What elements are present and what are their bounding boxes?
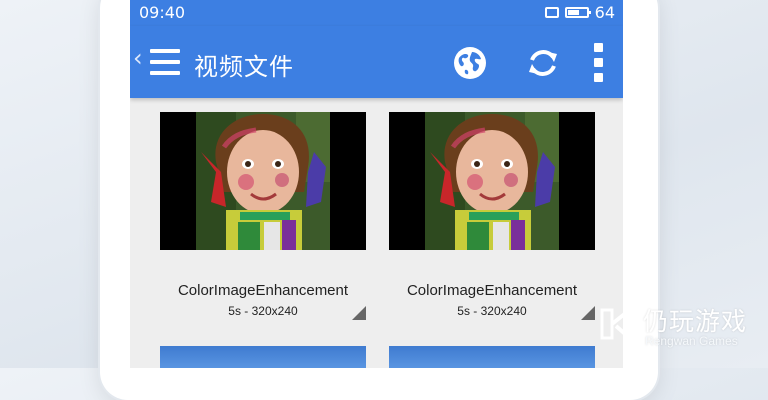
battery-level: 64 xyxy=(594,3,615,22)
battery-icon xyxy=(564,7,591,18)
sim-icon xyxy=(544,7,559,18)
video-preview-image xyxy=(196,112,330,250)
back-chevron-icon[interactable]: ‹ xyxy=(133,46,143,70)
status-time: 09:40 xyxy=(139,3,186,22)
corner-indicator-icon xyxy=(352,306,366,320)
app-bar: ‹ 视频文件 xyxy=(130,26,623,98)
video-thumbnail[interactable] xyxy=(389,346,595,368)
globe-icon[interactable] xyxy=(453,46,487,80)
sky-preview-image xyxy=(160,346,366,368)
video-card[interactable]: ColorImageEnhancement 5s - 320x240 xyxy=(389,112,595,322)
phone-screen: 09:40 64 ‹ 视频文件 ColorImageEnhancement 5s… xyxy=(130,0,623,368)
video-thumbnail[interactable] xyxy=(389,112,595,250)
menu-icon[interactable] xyxy=(150,48,180,76)
watermark-name-en: Rengwan Games xyxy=(645,334,738,348)
video-card[interactable]: ColorImageEnhancement 5s - 320x240 xyxy=(160,112,366,322)
video-thumbnail[interactable] xyxy=(160,346,366,368)
corner-indicator-icon xyxy=(581,306,595,320)
video-title: ColorImageEnhancement xyxy=(177,282,349,299)
video-meta: 5s - 320x240 xyxy=(457,304,527,318)
watermark-name-cn: 仍玩游戏 xyxy=(643,307,748,336)
video-title: ColorImageEnhancement xyxy=(406,282,578,299)
video-preview-image xyxy=(425,112,559,250)
refresh-icon[interactable] xyxy=(526,46,560,80)
status-bar: 09:40 64 xyxy=(130,0,623,26)
watermark-logo-icon xyxy=(600,306,634,342)
sky-preview-image xyxy=(389,346,595,368)
more-vert-icon[interactable] xyxy=(594,43,604,83)
video-thumbnail[interactable] xyxy=(160,112,366,250)
video-meta: 5s - 320x240 xyxy=(228,304,298,318)
watermark: 仍玩游戏 Rengwan Games xyxy=(598,302,758,352)
page-title: 视频文件 xyxy=(194,53,294,81)
status-icons: 64 xyxy=(544,3,615,22)
